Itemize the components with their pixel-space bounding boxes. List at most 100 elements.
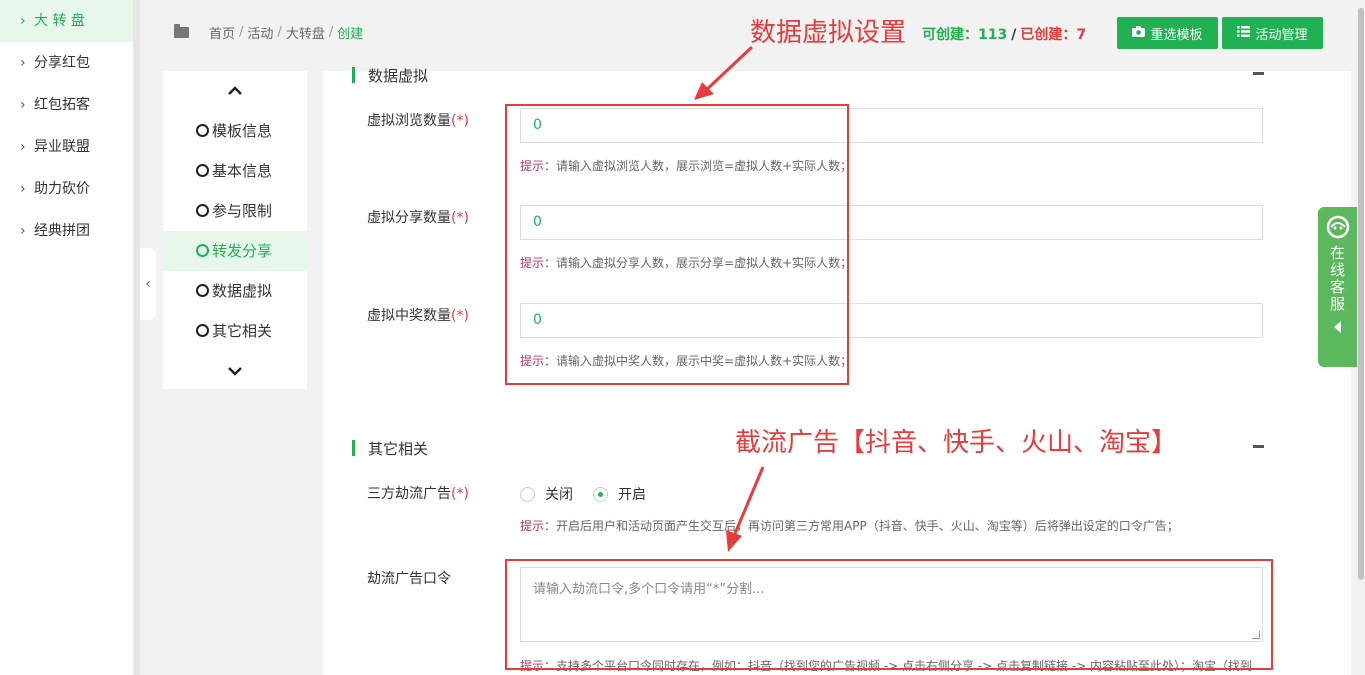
section-other-header: 其它相关: [352, 438, 428, 458]
list-icon: [1237, 26, 1251, 40]
chevron-right-icon: ›: [20, 139, 26, 155]
label-text: 三方劫流广告: [367, 486, 451, 502]
label-text: 虚拟分享数量: [367, 210, 451, 226]
step-nav: 模板信息 基本信息 参与限制 转发分享 数据虚拟 其它相关: [163, 71, 307, 389]
circle-icon: [196, 164, 209, 177]
online-service-tab[interactable]: 在线客服: [1318, 207, 1357, 367]
created-count: 已创建：7: [1020, 27, 1087, 43]
collapse-sidebar-button[interactable]: ‹: [140, 248, 156, 320]
online-service-label: 在线客服: [1328, 245, 1346, 313]
folder-open-icon: [174, 23, 189, 38]
step-basic-info[interactable]: 基本信息: [163, 151, 307, 191]
virtual-settings-highlight: [505, 104, 849, 385]
section-virtual-header: 数据虚拟: [352, 65, 428, 85]
step-down-button[interactable]: [163, 351, 307, 391]
scrollbar-thumb[interactable]: [1358, 8, 1364, 580]
section-title: 其它相关: [368, 439, 429, 458]
nav-item-bargain[interactable]: › 助力砍价: [0, 168, 133, 210]
chevron-right-icon: ›: [20, 55, 26, 71]
activity-manage-label: 活动管理: [1255, 27, 1308, 43]
step-template-info[interactable]: 模板信息: [163, 111, 307, 151]
required-mark: (*): [451, 486, 469, 502]
required-mark: (*): [451, 113, 469, 129]
breadcrumb: 首页 / 活动 / 大转盘 / 创建: [174, 22, 363, 42]
step-label: 参与限制: [212, 202, 273, 220]
step-virtual-data[interactable]: 数据虚拟: [163, 271, 307, 311]
step-label: 基本信息: [212, 162, 273, 180]
nav-item-redpacket-customer[interactable]: › 红包拓客: [0, 84, 133, 126]
breadcrumb-separator: /: [277, 24, 282, 40]
flow-ad-label: 三方劫流广告(*): [367, 483, 469, 503]
circle-icon: [196, 124, 209, 137]
annotation-arrow-icon: [694, 45, 754, 100]
breadcrumb-home[interactable]: 首页: [209, 23, 235, 42]
breadcrumb-separator: /: [328, 24, 334, 40]
radio-off[interactable]: [520, 486, 535, 502]
breadcrumb-separator: /: [239, 24, 244, 40]
hint-text: 开启后用户和活动页面产生交互后，再访问第三方常用APP（抖音、快手、火山、淘宝等…: [556, 519, 1179, 533]
chevron-left-icon: ‹: [145, 276, 151, 292]
radio-label: 开启: [618, 487, 646, 503]
step-label: 模板信息: [212, 122, 273, 140]
label-text: 虚拟浏览数量: [367, 113, 451, 129]
step-up-button[interactable]: [163, 71, 307, 111]
nav-item-group-buy[interactable]: › 经典拼团: [0, 210, 133, 252]
step-label: 转发分享: [212, 242, 273, 260]
radio-option-off[interactable]: 关闭: [520, 484, 573, 504]
count-separator: /: [1011, 27, 1017, 43]
chevron-up-icon: [228, 86, 242, 95]
annotation-arrow-icon: [726, 466, 765, 552]
breadcrumb-activity[interactable]: 活动: [247, 23, 273, 42]
caret-left-icon: [1334, 321, 1341, 333]
create-counts: 可创建：113/已创建：7: [922, 24, 1086, 44]
can-create-count: 可创建：113: [922, 27, 1008, 43]
annotation-virtual-settings: 数据虚拟设置: [750, 18, 907, 48]
chevron-right-icon: ›: [20, 223, 26, 239]
flow-ad-radio-group: 关闭 开启: [520, 484, 666, 504]
activity-manage-button[interactable]: 活动管理: [1222, 17, 1323, 49]
nav-item-label: 助力砍价: [34, 181, 90, 197]
annotation-flow-ads: 截流广告【抖音、快手、火山、淘宝】: [735, 428, 1178, 458]
virtual-views-label: 虚拟浏览数量(*): [367, 110, 469, 130]
nav-item-share-redpacket[interactable]: › 分享红包: [0, 42, 133, 84]
collapse-section-icon[interactable]: [1253, 72, 1264, 75]
chat-bird-icon: [1326, 215, 1349, 239]
camera-icon: [1132, 26, 1146, 40]
nav-item-label: 红包拓客: [34, 97, 90, 113]
step-other[interactable]: 其它相关: [163, 311, 307, 351]
virtual-winners-label: 虚拟中奖数量(*): [367, 305, 469, 325]
circle-icon: [196, 324, 209, 337]
page-scrollbar[interactable]: [1357, 0, 1365, 675]
collapse-section-icon[interactable]: [1253, 445, 1264, 448]
radio-on[interactable]: [593, 486, 608, 502]
radio-option-on[interactable]: 开启: [593, 484, 646, 504]
flow-ad-hint: 提示：开启后用户和活动页面产生交互后，再访问第三方常用APP（抖音、快手、火山、…: [520, 517, 1179, 534]
radio-label: 关闭: [545, 487, 573, 503]
label-text: 虚拟中奖数量: [367, 308, 451, 324]
nav-item-label: 分享红包: [34, 55, 90, 71]
nav-item-label: 经典拼团: [34, 223, 90, 239]
nav-item-dazhuanpan[interactable]: › 大 转 盘: [0, 0, 133, 42]
chevron-down-icon: [228, 367, 242, 376]
step-participation-limit[interactable]: 参与限制: [163, 191, 307, 231]
nav-divider: [133, 0, 140, 675]
nav-item-label: 异业联盟: [34, 139, 90, 155]
section-title: 数据虚拟: [368, 66, 429, 85]
breadcrumb-dazhuanpan[interactable]: 大转盘: [286, 23, 325, 42]
step-label: 数据虚拟: [212, 282, 273, 300]
chevron-right-icon: ›: [20, 181, 26, 197]
chevron-right-icon: ›: [20, 13, 26, 29]
section-bar: [352, 67, 355, 83]
step-share[interactable]: 转发分享: [163, 231, 307, 271]
required-mark: (*): [451, 308, 469, 324]
reselect-template-button[interactable]: 重选模板: [1117, 17, 1218, 49]
required-mark: (*): [451, 210, 469, 226]
reselect-template-label: 重选模板: [1150, 27, 1203, 43]
section-bar: [352, 440, 355, 456]
circle-icon: [196, 284, 209, 297]
breadcrumb-current: 创建: [337, 26, 364, 42]
step-label: 其它相关: [212, 322, 273, 340]
nav-item-alliance[interactable]: › 异业联盟: [0, 126, 133, 168]
circle-icon: [196, 244, 209, 257]
nav-item-label: 大 转 盘: [34, 13, 85, 29]
